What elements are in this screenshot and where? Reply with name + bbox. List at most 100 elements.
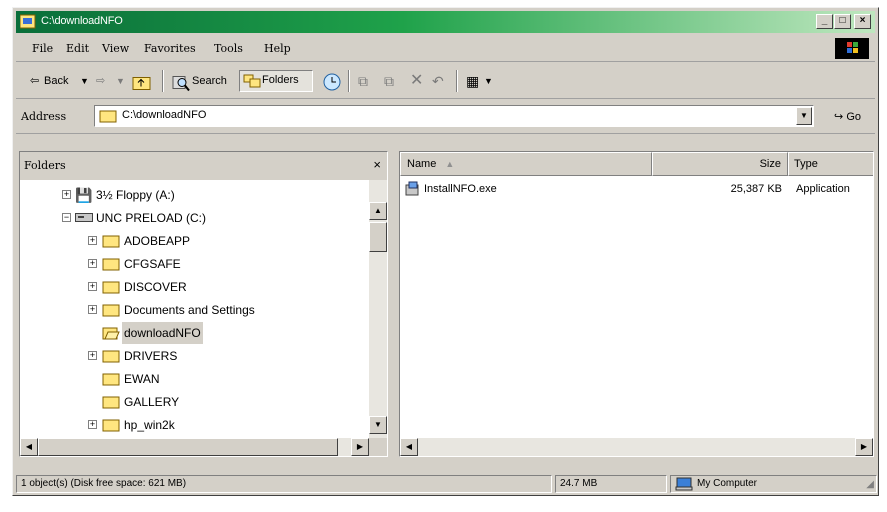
sort-ascending-icon: ▲ (445, 159, 455, 169)
scroll-left-icon[interactable]: ◀ (20, 438, 38, 456)
collapse-icon[interactable]: − (62, 213, 71, 222)
expand-icon[interactable]: + (88, 282, 97, 291)
my-computer-icon (675, 477, 693, 491)
menu-favorites[interactable]: Favorites (144, 42, 196, 55)
standard-toolbar: ⇦ Back ▼ ⇨ ▼ Search Folders ⧉ ⧉ ✕ ↶ ▦ ▼ (16, 64, 875, 99)
menu-file[interactable]: File (32, 42, 53, 55)
tree-item-folder[interactable]: EWAN (20, 368, 364, 390)
close-pane-icon[interactable]: × (373, 157, 381, 172)
explorer-window: C:\downloadNFO _ □ × File Edit View Favo… (12, 7, 879, 496)
scroll-thumb[interactable] (38, 438, 338, 456)
expand-icon[interactable]: + (88, 351, 97, 360)
folder-window-icon (20, 14, 36, 29)
tree-item-folder[interactable]: + Documents and Settings (20, 299, 364, 321)
toolbar-separator (456, 70, 458, 92)
menu-help[interactable]: Help (264, 42, 291, 55)
search-button[interactable]: Search (192, 71, 227, 91)
scroll-down-icon[interactable]: ▼ (369, 416, 387, 434)
toolbar-separator (162, 70, 164, 92)
forward-dropdown-icon[interactable]: ▼ (116, 71, 125, 91)
folders-button[interactable]: Folders (239, 70, 313, 92)
tree-item-folder[interactable]: + DRIVERS (20, 345, 364, 367)
tree-item-folder[interactable]: GALLERY (20, 391, 364, 413)
folder-icon (102, 258, 120, 271)
expand-icon[interactable]: + (88, 420, 97, 429)
menu-edit[interactable]: Edit (66, 42, 89, 55)
tree-item-folder[interactable]: + CFGSAFE (20, 253, 364, 275)
title-bar[interactable]: C:\downloadNFO _ □ × (16, 11, 875, 33)
status-zone: My Computer ◢ (670, 475, 877, 493)
back-arrow-icon: ⇦ (30, 75, 40, 87)
delete-icon[interactable]: ✕ (410, 71, 423, 91)
search-icon (172, 76, 190, 92)
file-row[interactable]: InstallNFO.exe 25,387 KB Application (400, 178, 873, 200)
open-folder-icon (102, 327, 120, 340)
scroll-left-icon[interactable]: ◀ (400, 438, 418, 456)
go-label: Go (846, 111, 861, 123)
copy-to-icon[interactable]: ⧉ (384, 71, 394, 91)
folder-icon (102, 281, 120, 294)
tree-item-drive-c[interactable]: − UNC PRELOAD (C:) (20, 207, 364, 229)
hard-drive-icon (75, 213, 93, 222)
go-arrow-icon: ↪ (834, 111, 844, 123)
expand-icon[interactable]: + (88, 305, 97, 314)
views-icon[interactable]: ▦ (466, 71, 479, 91)
tree-item-label: Documents and Settings (124, 303, 255, 317)
up-folder-icon[interactable] (132, 73, 152, 93)
expand-icon[interactable]: + (88, 236, 97, 245)
column-label: Name (407, 158, 437, 170)
maximize-button[interactable]: □ (834, 14, 851, 29)
address-input[interactable]: C:\downloadNFO ▼ (94, 105, 814, 127)
tree-item-label: downloadNFO (122, 322, 203, 344)
window-title: C:\downloadNFO (41, 15, 123, 27)
tree-horizontal-scrollbar[interactable]: ◀ ▶ (20, 438, 369, 456)
scroll-corner (369, 438, 387, 456)
folders-pane-title: Folders (24, 159, 66, 172)
tree-item-label: UNC PRELOAD (C:) (96, 211, 207, 225)
tree-item-folder[interactable]: + hp_win2k (20, 414, 364, 436)
minimize-button[interactable]: _ (816, 14, 833, 29)
list-horizontal-scrollbar[interactable]: ◀ ▶ (400, 438, 873, 456)
tree-item-selected-folder[interactable]: downloadNFO (20, 322, 364, 344)
expand-icon[interactable]: + (62, 190, 71, 199)
folder-icon (102, 396, 120, 409)
forward-button-icon[interactable]: ⇨ (96, 71, 105, 91)
address-label: Address (21, 110, 67, 123)
folder-icon (102, 235, 120, 248)
address-bar: Address C:\downloadNFO ▼ ↪ Go (16, 101, 875, 134)
undo-icon[interactable]: ↶ (432, 71, 444, 91)
views-dropdown-icon[interactable]: ▼ (484, 71, 493, 91)
folder-icon (102, 350, 120, 363)
tree-item-label: EWAN (124, 372, 160, 386)
tree-vertical-scrollbar[interactable]: ▲ ▼ (369, 180, 387, 456)
address-dropdown-icon[interactable]: ▼ (796, 107, 812, 125)
tree-item-label: CFGSAFE (124, 257, 181, 271)
scroll-right-icon[interactable]: ▶ (855, 438, 873, 456)
tree-item-folder[interactable]: + DISCOVER (20, 276, 364, 298)
history-icon[interactable] (322, 72, 342, 92)
scroll-up-icon[interactable]: ▲ (369, 202, 387, 220)
menu-tools[interactable]: Tools (214, 42, 243, 55)
status-objects: 1 object(s) (Disk free space: 621 MB) (16, 475, 552, 493)
tree-item-label: hp_win2k (124, 418, 175, 432)
zone-label: My Computer (697, 478, 758, 489)
column-header-name[interactable]: Name ▲ (400, 152, 652, 176)
back-dropdown-icon[interactable]: ▼ (80, 71, 89, 91)
menu-view[interactable]: View (102, 42, 129, 55)
folder-icon (102, 373, 120, 386)
folder-icon (102, 419, 120, 432)
tree-item-folder[interactable]: + ADOBEAPP (20, 230, 364, 252)
scroll-thumb[interactable] (369, 222, 387, 252)
resize-grip-icon[interactable]: ◢ (866, 477, 874, 493)
tree-item-floppy[interactable]: + 💾 3½ Floppy (A:) (20, 184, 364, 206)
folders-pane: Folders × + 💾 3½ Floppy (A:) − UNC PRELO… (19, 151, 388, 457)
column-header-type[interactable]: Type (788, 152, 873, 176)
floppy-drive-icon: 💾 (75, 187, 93, 203)
move-to-icon[interactable]: ⧉ (358, 71, 368, 91)
back-button[interactable]: Back (44, 71, 68, 91)
column-header-size[interactable]: Size (652, 152, 788, 176)
expand-icon[interactable]: + (88, 259, 97, 268)
scroll-right-icon[interactable]: ▶ (351, 438, 369, 456)
go-button[interactable]: ↪ Go (834, 110, 861, 123)
close-button[interactable]: × (854, 14, 871, 29)
